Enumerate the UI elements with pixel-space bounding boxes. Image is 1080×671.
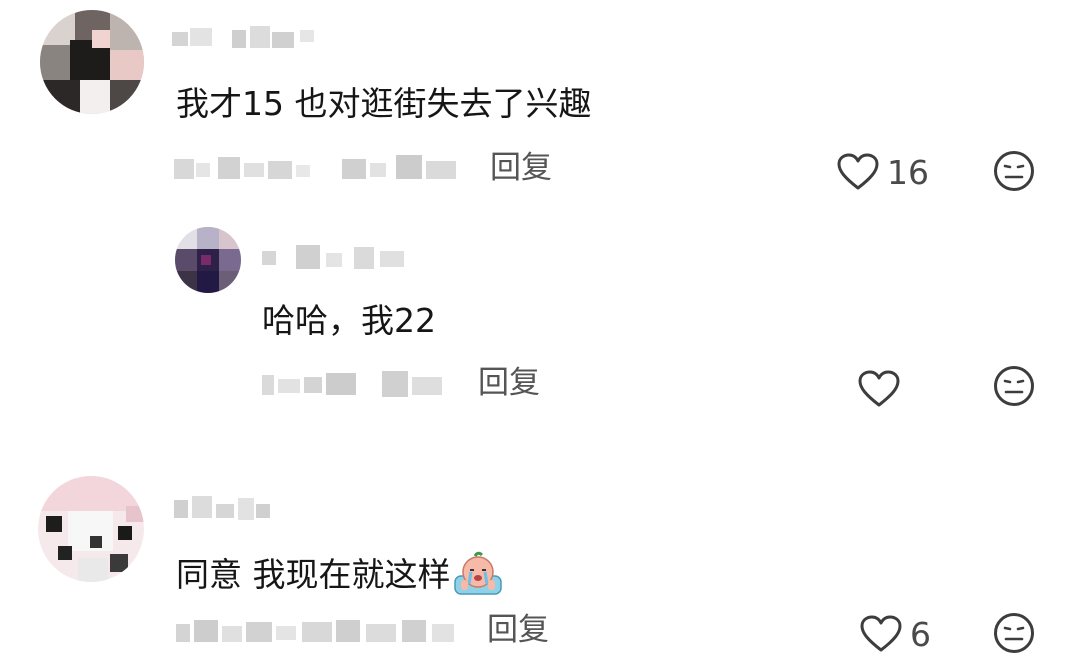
- like-count: 6: [910, 614, 931, 654]
- comment-meta-blurred: [176, 614, 461, 648]
- dislike-button[interactable]: [993, 150, 1035, 192]
- dislike-button[interactable]: [993, 612, 1035, 654]
- heart-outline-icon: [837, 153, 879, 190]
- reply-button[interactable]: 回复: [487, 610, 549, 650]
- comment-meta-blurred: [174, 151, 464, 185]
- like-count: 16: [887, 152, 929, 192]
- like-button[interactable]: 16: [837, 150, 929, 194]
- username-blurred[interactable]: [172, 24, 322, 54]
- comment-text: 我才15 也对逛街失去了兴趣: [176, 84, 592, 123]
- comment-2-reply: 哈哈，我22 回复: [0, 215, 1080, 430]
- like-button[interactable]: 6: [860, 612, 931, 656]
- meh-face-icon: [994, 613, 1034, 653]
- user-avatar[interactable]: [175, 227, 241, 293]
- comment-1: 我才15 也对逛街失去了兴趣 回复 16: [0, 0, 1080, 215]
- comment-text: 同意 我现在就这样: [176, 550, 503, 596]
- meh-face-icon: [994, 366, 1034, 406]
- crying-emoji-icon: [453, 550, 503, 596]
- reply-button[interactable]: 回复: [490, 148, 552, 188]
- heart-outline-icon: [858, 370, 900, 407]
- comment-meta-blurred: [262, 367, 452, 401]
- comment-text-content: 同意 我现在就这样: [176, 555, 451, 594]
- comment-3: 同意 我现在就这样 回复 6: [0, 470, 1080, 671]
- dislike-button[interactable]: [993, 365, 1035, 407]
- comment-text: 哈哈，我22: [262, 301, 436, 340]
- username-blurred[interactable]: [174, 492, 274, 522]
- like-button[interactable]: [858, 367, 908, 411]
- user-avatar[interactable]: [38, 476, 144, 582]
- reply-button[interactable]: 回复: [478, 363, 540, 403]
- user-avatar[interactable]: [40, 10, 144, 114]
- heart-outline-icon: [860, 615, 902, 652]
- meh-face-icon: [994, 151, 1034, 191]
- username-blurred[interactable]: [262, 243, 412, 273]
